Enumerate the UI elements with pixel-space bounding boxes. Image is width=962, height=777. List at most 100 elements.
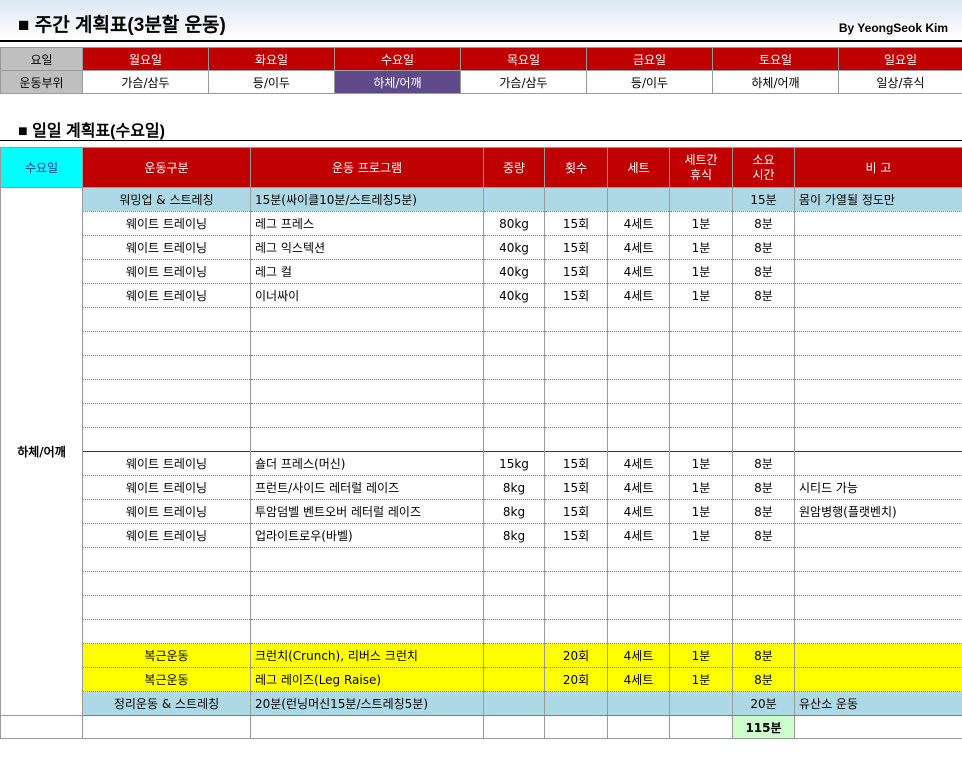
cell-sets[interactable]	[607, 547, 670, 572]
cell-rest[interactable]: 1분	[669, 523, 733, 548]
cell-program[interactable]	[250, 307, 484, 332]
cell-reps[interactable]: 15회	[544, 259, 608, 284]
cell-category[interactable]: 웨이트 트레이닝	[82, 523, 251, 548]
weekly-day-wed[interactable]: 수요일	[334, 47, 461, 71]
cell-time[interactable]: 8분	[732, 283, 795, 308]
cell-weight[interactable]: 15kg	[483, 451, 545, 476]
cell-sets[interactable]: 4세트	[607, 451, 670, 476]
cell-sets[interactable]	[607, 355, 670, 380]
cell-category[interactable]: 웨이트 트레이닝	[82, 475, 251, 500]
cell-note[interactable]	[794, 211, 962, 236]
cell-rest[interactable]: 1분	[669, 235, 733, 260]
cell-weight[interactable]	[483, 667, 545, 692]
cell-program[interactable]: 15분(싸이클10분/스트레칭5분)	[250, 187, 484, 212]
cell-weight[interactable]	[483, 379, 545, 404]
cell-reps[interactable]: 20회	[544, 667, 608, 692]
cell-note[interactable]	[794, 595, 962, 620]
cell-rest[interactable]	[669, 619, 733, 644]
cell-sets[interactable]	[607, 403, 670, 428]
cell-time[interactable]	[732, 547, 795, 572]
cell-rest[interactable]	[669, 379, 733, 404]
cell-weight[interactable]: 8kg	[483, 523, 545, 548]
cell-reps[interactable]: 15회	[544, 475, 608, 500]
weekly-part-fri[interactable]: 등/이두	[586, 70, 713, 94]
weekly-part-sat[interactable]: 하체/어깨	[712, 70, 839, 94]
cell-sets[interactable]	[607, 619, 670, 644]
cell-sets[interactable]: 4세트	[607, 499, 670, 524]
cell-reps[interactable]	[544, 379, 608, 404]
cell-time[interactable]: 8분	[732, 259, 795, 284]
cell-program[interactable]	[250, 547, 484, 572]
weekly-day-mon[interactable]: 월요일	[82, 47, 209, 71]
cell-time[interactable]	[732, 331, 795, 356]
cell-rest[interactable]: 1분	[669, 475, 733, 500]
weekly-day-fri[interactable]: 금요일	[586, 47, 713, 71]
cell-program[interactable]: 레그 컬	[250, 259, 484, 284]
cell-weight[interactable]	[483, 403, 545, 428]
cell-note[interactable]	[794, 523, 962, 548]
cell-rest[interactable]	[669, 547, 733, 572]
cell-weight[interactable]: 40kg	[483, 283, 545, 308]
cell-time[interactable]: 20분	[732, 691, 795, 716]
cell-rest[interactable]	[669, 355, 733, 380]
cell-program[interactable]	[250, 355, 484, 380]
cell-category[interactable]	[82, 595, 251, 620]
cell-program[interactable]	[250, 427, 484, 452]
cell-weight[interactable]: 8kg	[483, 499, 545, 524]
cell-note[interactable]	[794, 259, 962, 284]
cell-time[interactable]	[732, 403, 795, 428]
cell-program[interactable]	[250, 595, 484, 620]
weekly-day-tue[interactable]: 화요일	[208, 47, 335, 71]
cell-sets[interactable]: 4세트	[607, 211, 670, 236]
cell-rest[interactable]: 1분	[669, 283, 733, 308]
cell-reps[interactable]	[544, 427, 608, 452]
cell-program[interactable]: 레그 프레스	[250, 211, 484, 236]
cell-note[interactable]	[794, 235, 962, 260]
cell-weight[interactable]	[483, 595, 545, 620]
cell-category[interactable]: 웨이트 트레이닝	[82, 259, 251, 284]
cell-program[interactable]: 숄더 프레스(머신)	[250, 451, 484, 476]
cell-program[interactable]: 이너싸이	[250, 283, 484, 308]
cell-note[interactable]	[794, 571, 962, 596]
cell-category[interactable]	[82, 379, 251, 404]
weekly-part-tue[interactable]: 등/이두	[208, 70, 335, 94]
cell-sets[interactable]	[607, 571, 670, 596]
weekly-part-mon[interactable]: 가슴/삼두	[82, 70, 209, 94]
cell-time[interactable]	[732, 307, 795, 332]
cell-reps[interactable]	[544, 571, 608, 596]
cell-weight[interactable]	[483, 643, 545, 668]
cell-reps[interactable]	[544, 619, 608, 644]
cell-reps[interactable]: 15회	[544, 235, 608, 260]
cell-category[interactable]: 복근운동	[82, 643, 251, 668]
cell-rest[interactable]: 1분	[669, 211, 733, 236]
cell-rest[interactable]	[669, 427, 733, 452]
cell-program[interactable]	[250, 331, 484, 356]
cell-reps[interactable]: 15회	[544, 451, 608, 476]
weekly-day-thu[interactable]: 목요일	[460, 47, 587, 71]
cell-time[interactable]: 8분	[732, 643, 795, 668]
cell-time[interactable]: 15분	[732, 187, 795, 212]
cell-program[interactable]: 레그 레이즈(Leg Raise)	[250, 667, 484, 692]
cell-note[interactable]	[794, 667, 962, 692]
cell-program[interactable]	[250, 571, 484, 596]
cell-note[interactable]	[794, 355, 962, 380]
cell-program[interactable]	[250, 379, 484, 404]
cell-weight[interactable]	[483, 691, 545, 716]
cell-program[interactable]: 레그 익스텍션	[250, 235, 484, 260]
cell-program[interactable]: 프런트/사이드 레터럴 레이즈	[250, 475, 484, 500]
cell-reps[interactable]: 15회	[544, 283, 608, 308]
cell-category[interactable]: 워밍업 & 스트레칭	[82, 187, 251, 212]
cell-sets[interactable]	[607, 595, 670, 620]
cell-note[interactable]: 원암병행(플랫벤치)	[794, 499, 962, 524]
cell-weight[interactable]	[483, 307, 545, 332]
cell-time[interactable]: 8분	[732, 499, 795, 524]
weekly-day-sun[interactable]: 일요일	[838, 47, 962, 71]
cell-time[interactable]	[732, 427, 795, 452]
cell-program[interactable]: 크런치(Crunch), 리버스 크런치	[250, 643, 484, 668]
cell-sets[interactable]	[607, 691, 670, 716]
cell-note[interactable]	[794, 547, 962, 572]
cell-reps[interactable]	[544, 187, 608, 212]
cell-rest[interactable]: 1분	[669, 643, 733, 668]
cell-note[interactable]	[794, 307, 962, 332]
cell-reps[interactable]: 15회	[544, 523, 608, 548]
